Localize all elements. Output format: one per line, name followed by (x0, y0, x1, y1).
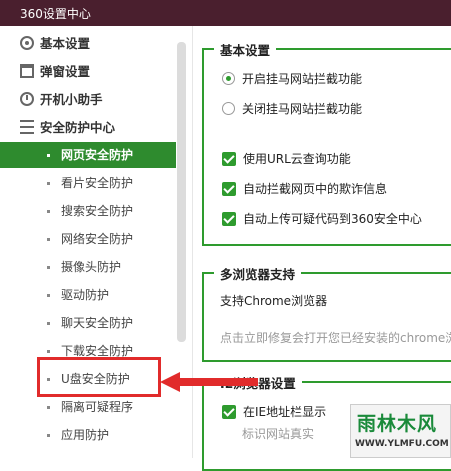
bullet (47, 322, 50, 325)
ie-hint-text: 标识网站真实 (242, 427, 315, 441)
sidebar-item-video-protection[interactable]: 看片安全防护 (0, 170, 176, 196)
sidebar-item-driver-protection[interactable]: 驱动防护 (0, 282, 176, 308)
checkbox-checked-icon (222, 405, 236, 419)
sidebar-category-security[interactable]: 安全防护中心 (20, 116, 115, 140)
bullet (47, 154, 50, 157)
sidebar-item-label: 摄像头防护 (61, 260, 122, 274)
sidebar-category-label: 基本设置 (40, 36, 91, 51)
sidebar-item-label: 看片安全防护 (61, 176, 134, 190)
list-icon (20, 120, 34, 134)
checkbox-label: 在IE地址栏显示 (243, 405, 327, 419)
window-title: 360设置中心 (20, 7, 91, 21)
checkbox-label: 使用URL云查询功能 (243, 152, 351, 166)
sidebar-item-label: 网页安全防护 (61, 148, 134, 162)
bullet (47, 294, 50, 297)
sidebar-item-chat-protection[interactable]: 聊天安全防护 (0, 310, 176, 336)
watermark-logo: 雨林木风 (357, 413, 438, 435)
group-basic-settings: 基本设置 开启挂马网站拦截功能 关闭挂马网站拦截功能 使用URL云查询功能 自动… (202, 40, 451, 246)
sidebar-item-label: 应用防护 (61, 428, 110, 442)
bullet (47, 238, 50, 241)
sidebar-item-web-protection[interactable]: 网页安全防护 (0, 142, 176, 168)
checkbox-label: 自动拦截网页中的欺诈信息 (243, 182, 388, 196)
watermark-url: WWW.YLMFU.COM (355, 439, 449, 449)
window-icon (20, 64, 34, 78)
checkbox-ie-address-bar[interactable]: 在IE地址栏显示 (222, 403, 326, 421)
bullet (47, 406, 50, 409)
sidebar-item-label: 隔离可疑程序 (61, 400, 134, 414)
radio-label: 关闭挂马网站拦截功能 (242, 102, 363, 116)
sidebar-item-label: 驱动防护 (61, 288, 110, 302)
checkbox-label: 自动上传可疑代码到360安全中心 (243, 212, 422, 226)
checkbox-url-cloud[interactable]: 使用URL云查询功能 (222, 150, 351, 168)
checkbox-upload-code[interactable]: 自动上传可疑代码到360安全中心 (222, 210, 422, 228)
radio-selected-icon (222, 72, 235, 85)
bullet (47, 350, 50, 353)
sidebar-scrollbar[interactable] (177, 42, 186, 342)
arrow-left-icon (160, 372, 258, 392)
checkbox-checked-icon (222, 152, 236, 166)
sidebar-category-boot[interactable]: 开机小助手 (20, 88, 103, 112)
group-title: 基本设置 (214, 40, 277, 59)
radio-label: 开启挂马网站拦截功能 (242, 72, 363, 86)
sidebar-category-label: 弹窗设置 (40, 64, 91, 79)
checkbox-checked-icon (222, 182, 236, 196)
sidebar-item-app-protection[interactable]: 应用防护 (0, 422, 176, 448)
sidebar-item-label: 搜索安全防护 (61, 204, 134, 218)
bullet (47, 434, 50, 437)
main-panel: 基本设置 开启挂马网站拦截功能 关闭挂马网站拦截功能 使用URL云查询功能 自动… (192, 26, 451, 471)
clock-icon (20, 92, 34, 106)
chrome-repair-hint: 点击立即修复会打开您已经安装的chrome浏 (220, 331, 451, 345)
group-multi-browser: 多浏览器支持 支持Chrome浏览器 点击立即修复会打开您已经安装的chrome… (202, 264, 451, 362)
sidebar-category-popup[interactable]: 弹窗设置 (20, 60, 90, 84)
sidebar-category-label: 安全防护中心 (40, 120, 116, 135)
gear-icon (20, 36, 34, 50)
sidebar-item-label: 聊天安全防护 (61, 316, 134, 330)
sidebar-category-basic[interactable]: 基本设置 (20, 32, 90, 56)
sidebar-item-network-protection[interactable]: 网络安全防护 (0, 226, 176, 252)
sidebar-item-quarantine[interactable]: 隔离可疑程序 (0, 394, 176, 420)
watermark: 雨林木风 WWW.YLMFU.COM (350, 404, 451, 458)
bullet (47, 182, 50, 185)
sidebar-item-camera-protection[interactable]: 摄像头防护 (0, 254, 176, 280)
highlight-box (37, 357, 161, 397)
sidebar-item-search-protection[interactable]: 搜索安全防护 (0, 198, 176, 224)
radio-unselected-icon (222, 102, 235, 115)
checkbox-fraud-block[interactable]: 自动拦截网页中的欺诈信息 (222, 180, 387, 198)
checkbox-checked-icon (222, 212, 236, 226)
radio-enable-blocking[interactable]: 开启挂马网站拦截功能 (222, 70, 362, 88)
sidebar-item-label: 网络安全防护 (61, 232, 134, 246)
radio-disable-blocking[interactable]: 关闭挂马网站拦截功能 (222, 100, 362, 118)
group-title: 多浏览器支持 (214, 264, 302, 283)
bullet (47, 210, 50, 213)
sidebar-category-label: 开机小助手 (40, 92, 103, 107)
bullet (47, 266, 50, 269)
chrome-support-text: 支持Chrome浏览器 (220, 294, 328, 308)
title-bar: 360设置中心 (0, 0, 451, 26)
